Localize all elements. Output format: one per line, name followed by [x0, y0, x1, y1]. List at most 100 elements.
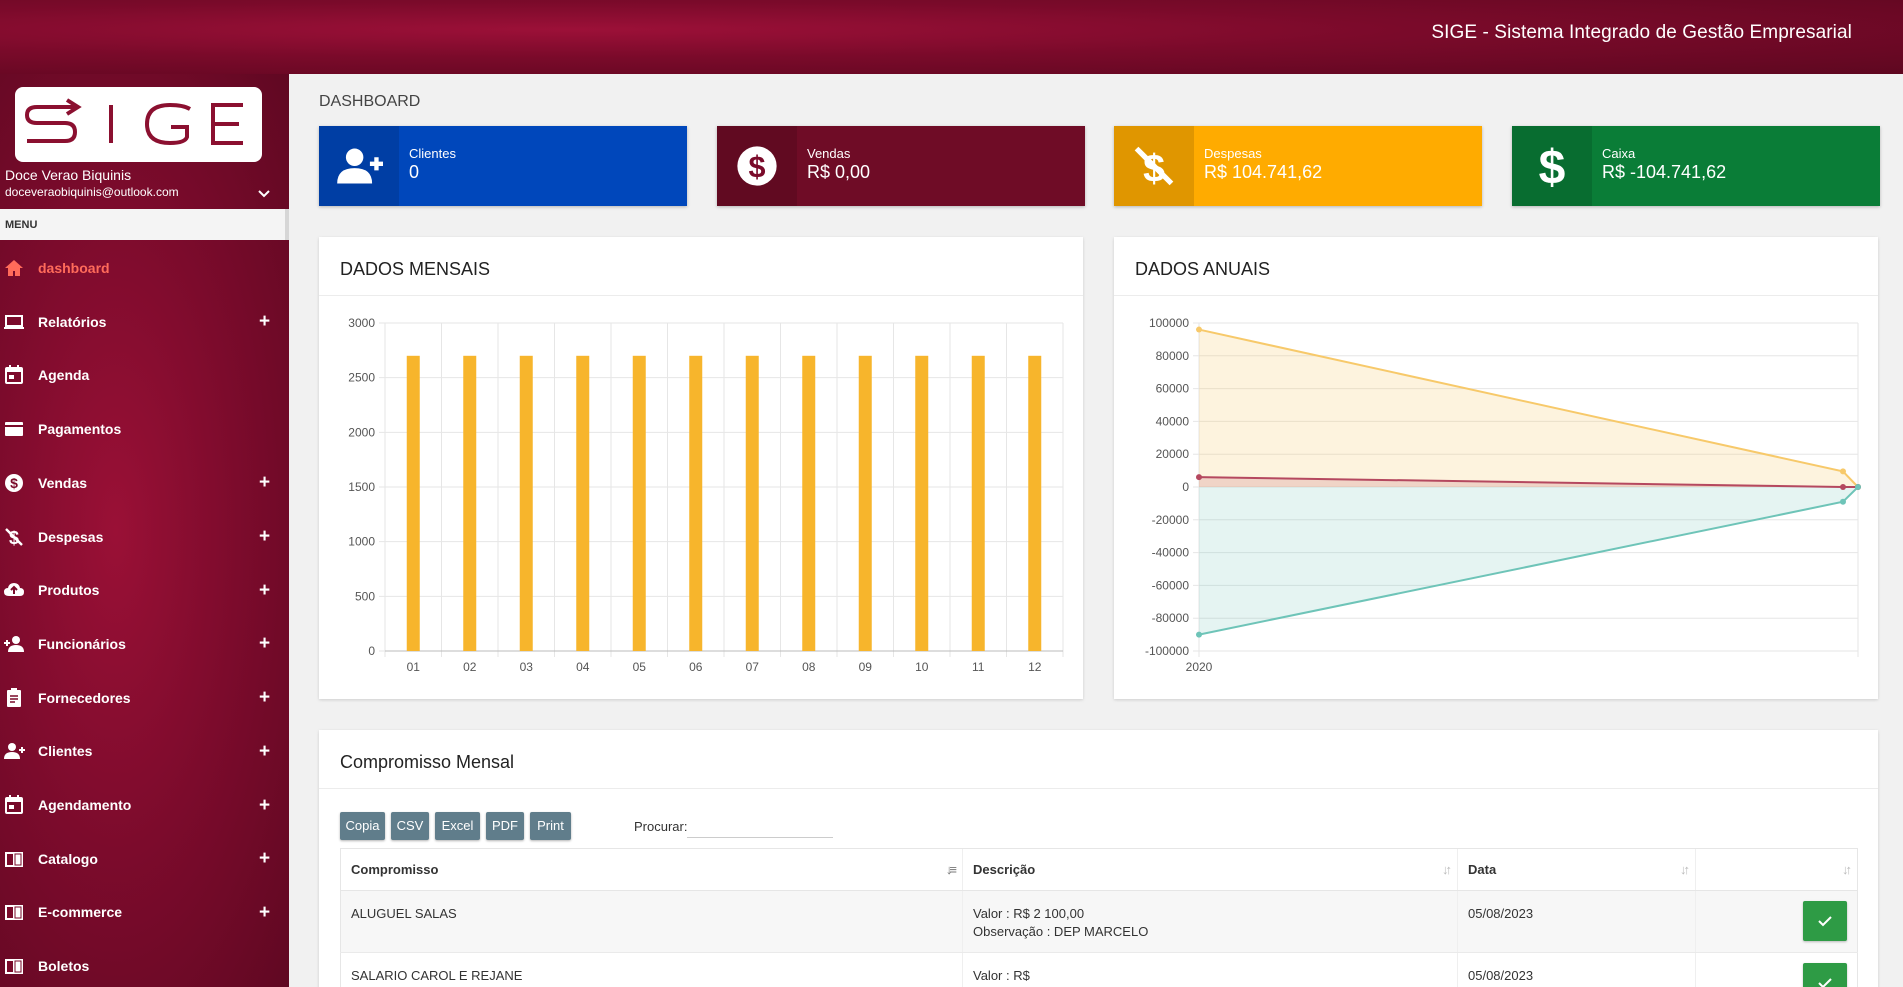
x-tick-label: 08	[802, 660, 816, 674]
top-bar: SIGE - Sistema Integrado de Gestão Empre…	[0, 0, 1903, 74]
logo[interactable]	[15, 87, 262, 162]
x-tick-label: 06	[689, 660, 703, 674]
money-off-icon: $	[5, 528, 23, 548]
sidebar-item-clientes[interactable]: Clientes +	[0, 731, 289, 771]
sidebar-item-catalogo[interactable]: Catalogo +	[0, 839, 289, 879]
group-add-icon	[3, 740, 25, 762]
kpi-value: 0	[409, 162, 420, 182]
dollar-circle-icon: $	[5, 473, 23, 492]
expand-icon[interactable]: +	[259, 527, 270, 546]
column-header-compromisso[interactable]: Compromisso ↓≡	[340, 848, 963, 891]
svg-text:$: $	[749, 150, 766, 184]
commitments-table: Compromisso ↓≡ Descrição ↓↑ Data ↓↑ ↓↑ ALUG…	[340, 848, 1858, 987]
kpi-icon-box: $	[1512, 126, 1592, 206]
commitment-name: ALUGUEL SALAS	[340, 890, 963, 953]
copy-button[interactable]: Copia	[340, 812, 385, 840]
expand-icon[interactable]: +	[259, 688, 270, 707]
sidebar-item-boletos[interactable]: Boletos	[0, 946, 289, 986]
confirm-button[interactable]	[1803, 901, 1847, 941]
clipboard-icon	[3, 687, 25, 709]
sidebar-item-agenda[interactable]: Agenda	[0, 355, 289, 395]
x-tick-label: 04	[576, 660, 590, 674]
sidebar-item-label: Produtos	[38, 582, 100, 599]
card-icon	[3, 418, 25, 440]
kpi-card-clientes[interactable]: Clientes 0	[319, 126, 687, 206]
kpi-card-caixa[interactable]: $ Caixa R$ -104.741,62	[1512, 126, 1880, 206]
y-tick-label: 80000	[1156, 349, 1190, 363]
y-tick-label: -40000	[1152, 546, 1190, 560]
chevron-down-icon[interactable]	[256, 186, 272, 202]
sidebar-item-agendamento[interactable]: Agendamento +	[0, 785, 289, 825]
sidebar-item-label: Fornecedores	[38, 689, 131, 706]
laptop-icon	[4, 314, 24, 329]
commitment-date: 05/08/2023	[1457, 952, 1696, 987]
sidebar-item-dashboard[interactable]: dashboard	[0, 248, 289, 288]
kpi-icon-box	[319, 126, 399, 206]
column-header-descricao[interactable]: Descrição ↓↑	[962, 848, 1458, 891]
expand-icon[interactable]: +	[259, 581, 270, 600]
card-icon	[5, 422, 23, 437]
confirm-button[interactable]	[1803, 963, 1847, 987]
monthly-chart-card: DADOS MENSAIS 0 500 1000 1500 2000 2500 3000 01…	[319, 237, 1083, 699]
description-value: Valor : R$ 2 100,00	[973, 906, 1085, 921]
expand-icon[interactable]: +	[259, 742, 270, 761]
data-point	[1196, 631, 1202, 638]
sidebar-item-vendas[interactable]: $ Vendas +	[0, 463, 289, 503]
cloud-upload-icon	[4, 583, 24, 597]
bar	[632, 355, 646, 651]
y-tick-label: 1000	[348, 535, 375, 549]
print-button[interactable]: Print	[530, 812, 571, 840]
sidebar-item-pagamentos[interactable]: Pagamentos	[0, 409, 289, 449]
sort-icon[interactable]: ↓↑	[1842, 862, 1852, 877]
kpi-label: Caixa	[1602, 146, 1636, 161]
sidebar-item-funcion-rios[interactable]: Funcionários +	[0, 624, 289, 664]
column-header-actions[interactable]: ↓↑	[1695, 848, 1858, 891]
sort-icon[interactable]: ↓↑	[1680, 862, 1690, 877]
y-tick-label: 3000	[348, 316, 375, 330]
y-tick-label: -60000	[1152, 578, 1190, 592]
kpi-card-despesas[interactable]: $ DespesasR$ 104.741,62	[1114, 126, 1482, 206]
csv-button[interactable]: CSV	[391, 812, 429, 840]
expand-icon[interactable]: +	[259, 849, 270, 868]
excel-button[interactable]: Excel	[435, 812, 480, 840]
book-icon	[3, 848, 25, 870]
sidebar: Doce Verao Biquinis doceveraobiquinis@ou…	[0, 74, 289, 987]
group-add-icon	[337, 148, 383, 184]
svg-text:$: $	[10, 475, 18, 491]
expand-icon[interactable]: +	[259, 903, 270, 922]
search-input[interactable]	[687, 814, 833, 838]
sidebar-item-fornecedores[interactable]: Fornecedores +	[0, 678, 289, 718]
y-tick-label: 40000	[1156, 414, 1190, 428]
expand-icon[interactable]: +	[259, 796, 270, 815]
book-icon	[5, 851, 23, 867]
pdf-button[interactable]: PDF	[486, 812, 524, 840]
menu-header-label: MENU	[5, 219, 38, 231]
expand-icon[interactable]: +	[259, 473, 270, 492]
kpi-icon-box: $	[1114, 126, 1194, 206]
sort-icon[interactable]: ↓↑	[1442, 862, 1452, 877]
column-header-data[interactable]: Data ↓↑	[1457, 848, 1696, 891]
sidebar-item-produtos[interactable]: Produtos +	[0, 570, 289, 610]
kpi-value: R$ 0,00	[807, 162, 871, 182]
commitment-actions	[1695, 952, 1858, 987]
dollar-circle-icon: $	[737, 146, 777, 186]
sort-asc-icon[interactable]: ↓≡	[946, 862, 957, 877]
book-icon	[3, 901, 25, 923]
sidebar-item-label: Agendamento	[38, 797, 132, 813]
expand-icon[interactable]: +	[259, 634, 270, 653]
book-icon	[5, 959, 23, 975]
person-add-icon	[4, 635, 24, 652]
sidebar-item-despesas[interactable]: $ Despesas +	[0, 517, 289, 557]
y-tick-label: 1500	[348, 480, 375, 494]
calendar-icon	[5, 795, 23, 814]
sidebar-item-relat-rios[interactable]: Relatórios +	[0, 302, 289, 342]
book-icon	[5, 905, 23, 921]
check-icon	[1818, 978, 1832, 987]
commitment-actions	[1695, 890, 1858, 953]
kpi-card-vendas[interactable]: $ Vendas R$ 0,00	[717, 126, 1085, 206]
series-area	[1199, 487, 1858, 635]
expand-icon[interactable]: +	[259, 312, 270, 331]
monthly-bar-chart: 0 500 1000 1500 2000 2500 3000 01 02 03 04 05 06 07 08…	[348, 316, 1064, 674]
laptop-icon	[3, 311, 25, 333]
sidebar-item-e-commerce[interactable]: E-commerce +	[0, 892, 289, 932]
